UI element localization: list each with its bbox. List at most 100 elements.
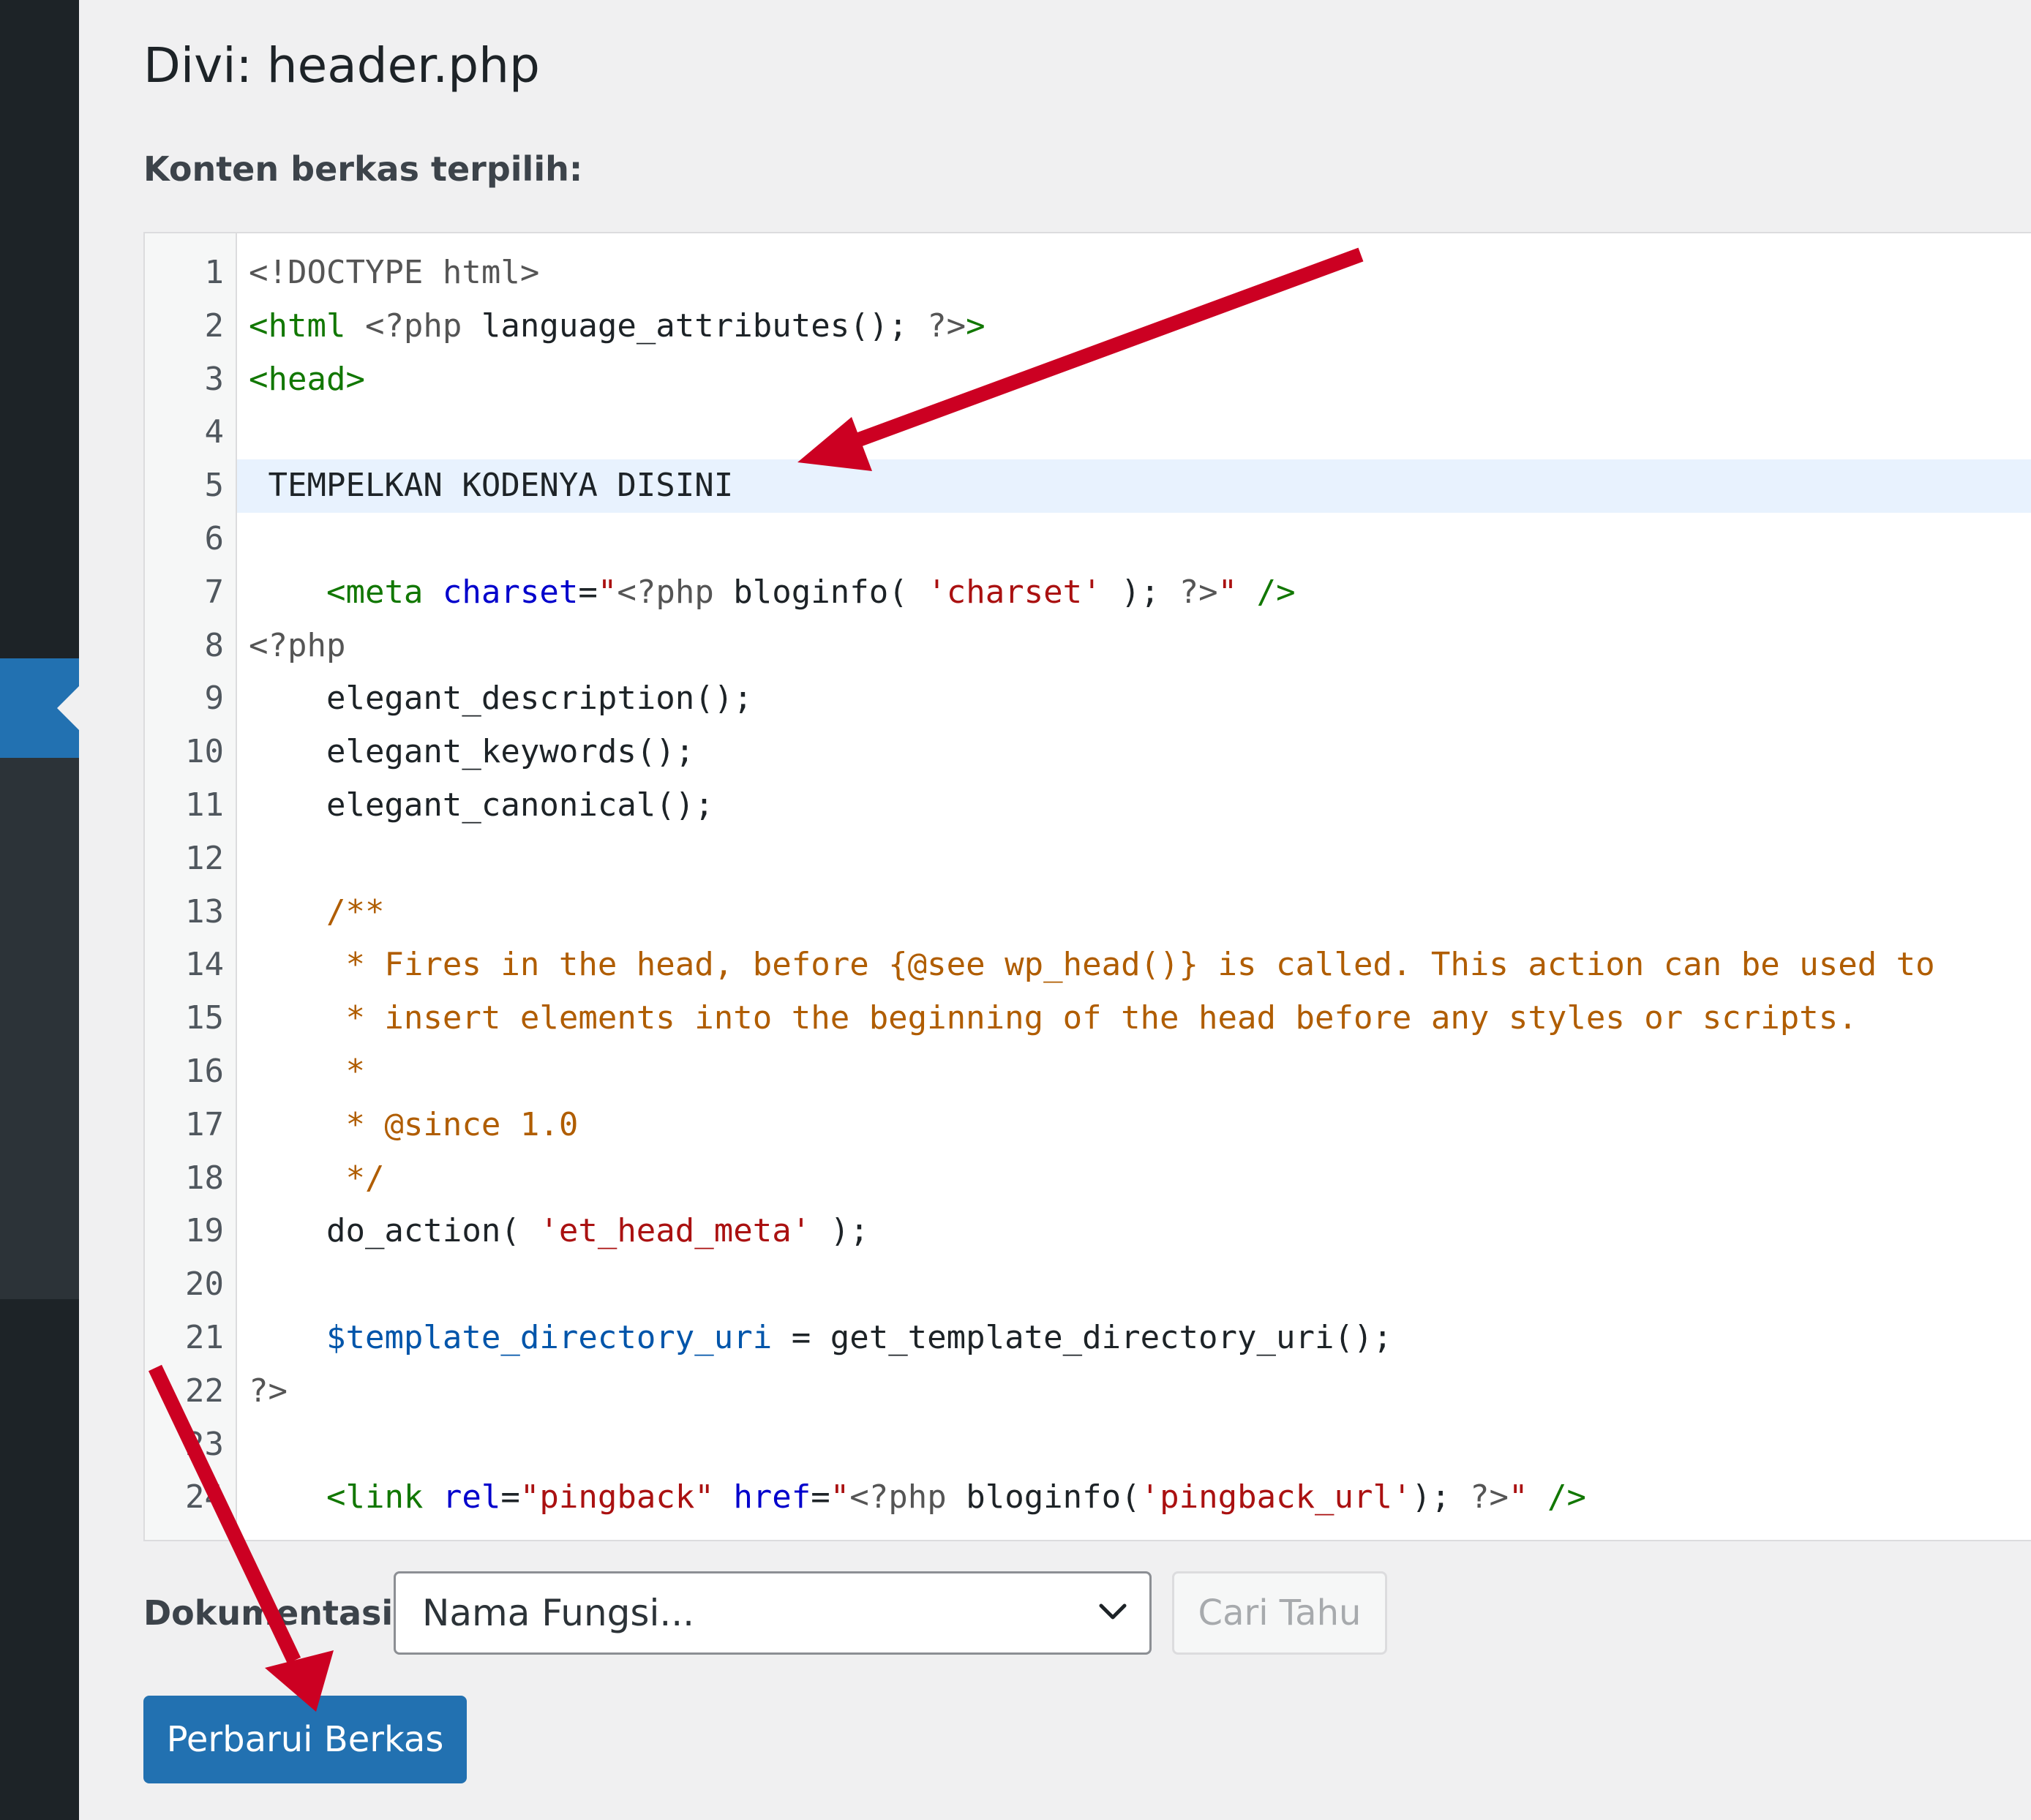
selected-file-content-label: Konten berkas terpilih: <box>143 149 583 189</box>
code-line-text: * Fires in the head, before {@see wp_hea… <box>237 939 2031 992</box>
code-line-text: * <box>237 1045 2031 1099</box>
code-line[interactable]: 11 elegant_canonical(); <box>145 779 2031 832</box>
line-number: 18 <box>185 1159 224 1197</box>
code-token: "pingback" <box>519 1478 714 1516</box>
line-number: 10 <box>185 733 224 771</box>
code-token: 'pingback_url' <box>1140 1478 1412 1516</box>
code-line[interactable]: 2 <html <?php language_attributes(); ?>> <box>145 300 2031 353</box>
code-token: " <box>1508 1478 1528 1516</box>
code-line-text: elegant_canonical(); <box>237 779 2031 832</box>
code-line[interactable]: 20 <box>145 1258 2031 1312</box>
code-line[interactable]: 23 <box>145 1418 2031 1472</box>
code-line[interactable]: 16 * <box>145 1045 2031 1099</box>
code-token: elegant_canonical(); <box>249 786 714 824</box>
code-line-text: <meta charset="<?php bloginfo( 'charset'… <box>237 566 2031 620</box>
code-line[interactable]: 12 <box>145 832 2031 886</box>
line-number: 2 <box>204 307 225 345</box>
sidebar-active-menu-item[interactable] <box>0 658 79 758</box>
code-token: rel <box>442 1478 501 1516</box>
code-token: language_attributes(); <box>462 307 928 345</box>
line-number: 14 <box>185 946 224 984</box>
code-line[interactable]: 24 <link rel="pingback" href="<?php blog… <box>145 1471 2031 1524</box>
code-line[interactable]: 7 <meta charset="<?php bloginfo( 'charse… <box>145 566 2031 620</box>
code-line[interactable]: 14 * Fires in the head, before {@see wp_… <box>145 939 2031 992</box>
lookup-button[interactable]: Cari Tahu <box>1172 1571 1387 1655</box>
code-line-text: * @since 1.0 <box>237 1099 2031 1152</box>
code-line[interactable]: 22 ?> <box>145 1365 2031 1418</box>
code-token: <?php <box>849 1478 947 1516</box>
code-line[interactable]: 8 <?php <box>145 620 2031 673</box>
code-token: " <box>1217 573 1238 611</box>
code-line-text: <head> <box>237 353 2031 407</box>
line-number: 13 <box>185 892 224 930</box>
file-name: header.php <box>266 37 540 94</box>
code-line-text: <?php <box>237 620 2031 673</box>
code-line[interactable]: 15 * insert elements into the beginning … <box>145 992 2031 1045</box>
code-token: <?php <box>364 307 462 345</box>
code-line[interactable]: 5 TEMPELKAN KODENYA DISINI <box>145 459 2031 513</box>
line-number: 1 <box>204 254 225 291</box>
code-token: /> <box>1256 573 1296 611</box>
code-line[interactable]: 9 elegant_description(); <box>145 672 2031 726</box>
code-line-text: TEMPELKAN KODENYA DISINI <box>237 459 2031 513</box>
line-number: 16 <box>185 1052 224 1090</box>
code-token: elegant_keywords(); <box>249 733 695 771</box>
code-token: /> <box>1547 1478 1586 1516</box>
active-menu-notch <box>57 686 79 730</box>
update-file-button[interactable]: Perbarui Berkas <box>143 1696 467 1783</box>
code-line[interactable]: 21 $template_directory_uri = get_templat… <box>145 1312 2031 1365</box>
code-line[interactable]: 18 */ <box>145 1152 2031 1206</box>
code-token: ?> <box>927 307 966 345</box>
line-number: 12 <box>185 839 224 877</box>
code-line[interactable]: 13 /** <box>145 886 2031 939</box>
theme-name: Divi: <box>143 37 252 94</box>
code-token: $template_directory_uri <box>326 1318 773 1356</box>
code-token: <!DOCTYPE html> <box>249 254 540 291</box>
line-number: 20 <box>185 1266 224 1304</box>
code-token: charset <box>442 573 579 611</box>
code-token: " <box>597 573 617 611</box>
code-token: bloginfo( <box>713 573 928 611</box>
code-line[interactable]: 4 <box>145 406 2031 459</box>
code-line[interactable]: 6 <box>145 513 2031 566</box>
function-name-select[interactable]: Nama Fungsi... <box>394 1571 1152 1655</box>
code-token: */ <box>345 1159 385 1197</box>
line-number: 8 <box>204 626 225 664</box>
code-token: = <box>811 1478 830 1516</box>
line-number: 4 <box>204 413 225 451</box>
code-line-text: /** <box>237 886 2031 939</box>
code-line-text: <html <?php language_attributes(); ?>> <box>237 300 2031 353</box>
code-token: > <box>966 307 986 345</box>
code-line[interactable]: 17 * @since 1.0 <box>145 1099 2031 1152</box>
code-line-text: elegant_keywords(); <box>237 726 2031 779</box>
code-editor[interactable]: 1 <!DOCTYPE html> 2 <html <?php language_at… <box>143 232 2031 1541</box>
code-line[interactable]: 3 <head> <box>145 353 2031 407</box>
function-name-select-value: Nama Fungsi... <box>422 1592 695 1634</box>
code-token: * @since 1.0 <box>345 1105 579 1143</box>
code-line[interactable]: 1 <!DOCTYPE html> <box>145 247 2031 300</box>
admin-screen: Divi: header.php Konten berkas terpilih: … <box>0 0 2031 1820</box>
code-line[interactable]: 19 do_action( 'et_head_meta' ); <box>145 1205 2031 1258</box>
line-number: 6 <box>204 519 225 557</box>
code-token: 'et_head_meta' <box>539 1212 811 1250</box>
line-number: 15 <box>185 999 224 1037</box>
code-token: href <box>733 1478 811 1516</box>
code-token: elegant_description(); <box>249 680 753 718</box>
code-lines[interactable]: 1 <!DOCTYPE html> 2 <html <?php language_at… <box>145 247 2031 1524</box>
line-number: 9 <box>204 680 225 718</box>
line-number: 17 <box>185 1105 224 1143</box>
code-line[interactable]: 10 elegant_keywords(); <box>145 726 2031 779</box>
code-line-text: <!DOCTYPE html> <box>237 247 2031 300</box>
code-line-text: */ <box>237 1152 2031 1206</box>
line-number: 7 <box>204 573 225 611</box>
code-token: ?> <box>1179 573 1218 611</box>
